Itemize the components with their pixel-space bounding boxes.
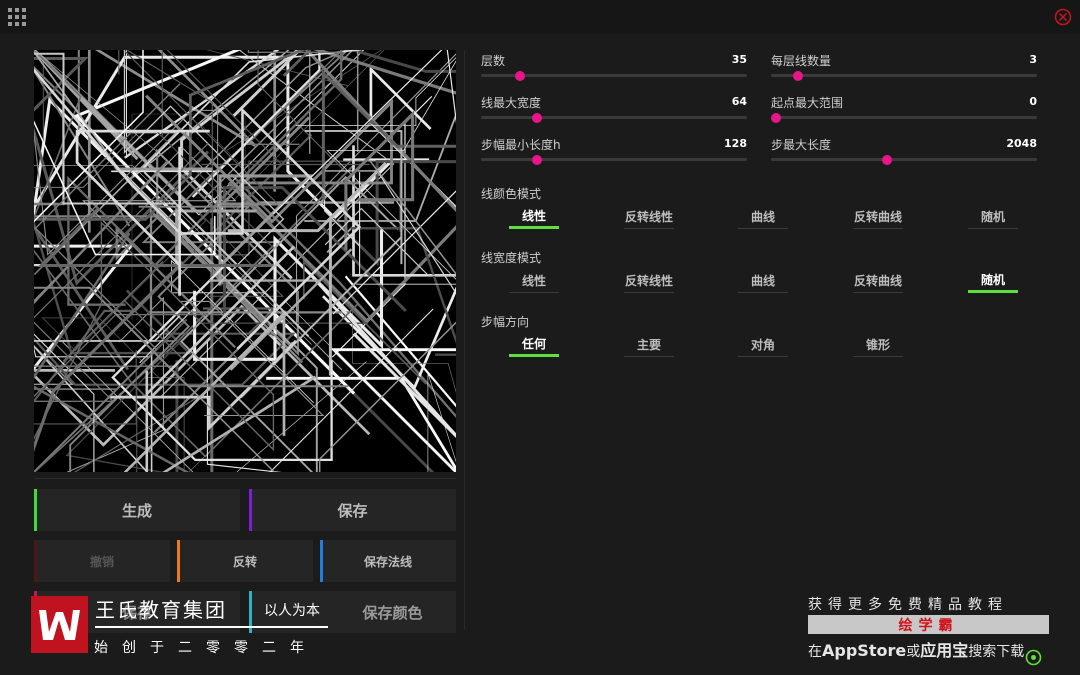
- undo-accent: [34, 540, 37, 582]
- slider-value: 2048: [1006, 137, 1037, 150]
- option-button[interactable]: 锥形: [853, 332, 903, 357]
- slider-label: 步幅最小长度h: [481, 138, 561, 152]
- slider-track[interactable]: [771, 74, 1037, 77]
- panel-divider: [464, 50, 465, 630]
- save-normal-button[interactable]: 保存法线: [320, 540, 456, 582]
- promo-line-1: 获得更多免费精品教程: [808, 597, 1008, 613]
- option-button[interactable]: 反转曲线: [853, 268, 903, 293]
- section-label: 步幅方向: [481, 315, 530, 329]
- promo-app-name: 绘学霸: [808, 615, 1049, 634]
- slider-label: 步最大长度: [771, 138, 832, 152]
- option-button[interactable]: 对角: [738, 332, 788, 357]
- slider-label: 线最大宽度: [481, 96, 542, 110]
- generated-line-art: [34, 50, 456, 472]
- title-bar: [0, 0, 1080, 34]
- brand-title: 王氏教育集团: [95, 598, 227, 622]
- slider-thumb[interactable]: [881, 154, 892, 165]
- brand-slogan: 以人为本: [264, 603, 320, 619]
- slider-value: 3: [1029, 53, 1037, 66]
- slider-value: 64: [731, 95, 747, 108]
- invert-label: 反转: [232, 554, 257, 569]
- promo-post: 搜索下载: [968, 644, 1025, 660]
- undo-label: 撤销: [89, 554, 114, 569]
- art-line: [34, 133, 138, 188]
- section-label: 线颜色模式: [481, 187, 542, 201]
- preview-canvas: [34, 50, 456, 472]
- slider-label: 起点最大范围: [771, 96, 844, 110]
- slider-track[interactable]: [481, 116, 747, 119]
- slider-thumb[interactable]: [531, 154, 542, 165]
- promo-store: AppStore: [822, 641, 907, 660]
- slider-value: 35: [731, 53, 747, 66]
- promo-pre: 在: [808, 644, 822, 660]
- canvas-divider: [34, 478, 456, 479]
- target-icon[interactable]: [1025, 649, 1042, 666]
- slider-label: 层数: [481, 54, 506, 68]
- slider-thumb[interactable]: [792, 70, 803, 81]
- option-button[interactable]: 随机: [968, 204, 1018, 229]
- section-label: 线宽度模式: [481, 251, 542, 265]
- brand-subtitle: 始创于二零零二年: [94, 640, 318, 656]
- slider-thumb[interactable]: [771, 112, 782, 123]
- option-button[interactable]: 反转线性: [624, 268, 674, 293]
- promo-app: 应用宝: [920, 641, 969, 660]
- save-button[interactable]: 保存: [249, 489, 456, 531]
- option-button[interactable]: 反转线性: [624, 204, 674, 229]
- generate-button[interactable]: 生成: [34, 489, 240, 531]
- slider-thumb[interactable]: [531, 112, 542, 123]
- save-normal-label: 保存法线: [363, 554, 412, 569]
- option-button[interactable]: 任何: [509, 332, 559, 357]
- brand-logo-mark: [39, 610, 80, 640]
- option-button[interactable]: 随机: [968, 268, 1018, 293]
- invert-button[interactable]: 反转: [177, 540, 313, 582]
- option-button[interactable]: 曲线: [738, 204, 788, 229]
- option-button[interactable]: 反转曲线: [853, 204, 903, 229]
- slider-thumb[interactable]: [514, 70, 525, 81]
- option-button[interactable]: 主要: [624, 332, 674, 357]
- generate-label: 生成: [121, 501, 152, 520]
- slider-track[interactable]: [771, 158, 1037, 161]
- save-label: 保存: [337, 501, 368, 520]
- slider-track[interactable]: [771, 116, 1037, 119]
- slider-label: 每层线数量: [771, 54, 832, 68]
- brand-underline: [95, 626, 328, 628]
- close-icon[interactable]: [1054, 8, 1072, 26]
- save-normal-accent: [320, 540, 323, 582]
- grid-menu-icon[interactable]: [8, 8, 26, 26]
- option-button[interactable]: 线性: [509, 204, 559, 229]
- slider-value: 128: [724, 137, 747, 150]
- slider-value: 0: [1029, 95, 1037, 108]
- slider-track[interactable]: [481, 158, 747, 161]
- generate-accent: [34, 489, 37, 531]
- undo-button[interactable]: 撤销: [34, 540, 170, 582]
- save-accent: [249, 489, 252, 531]
- option-button[interactable]: 曲线: [738, 268, 788, 293]
- promo-mid: 或: [906, 644, 921, 660]
- option-button[interactable]: 线性: [509, 268, 559, 293]
- invert-accent: [177, 540, 180, 582]
- promo-line-2: 在AppStore或应用宝搜索下载: [808, 637, 1024, 661]
- brand-logo: [31, 596, 88, 653]
